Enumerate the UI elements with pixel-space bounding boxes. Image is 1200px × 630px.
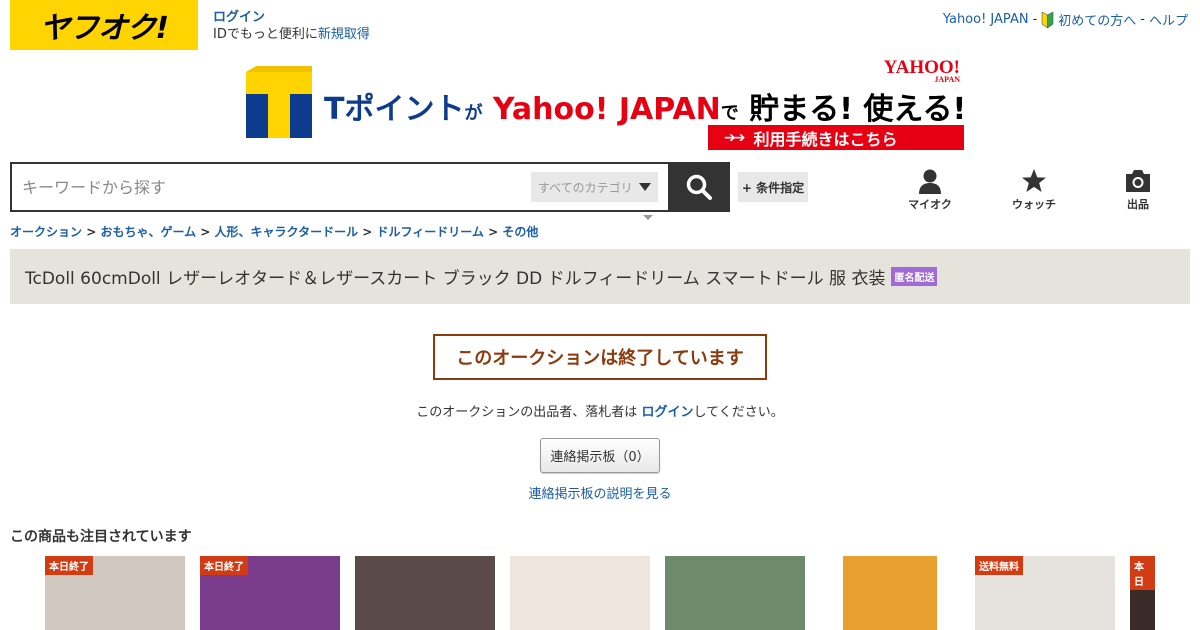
board-help-container: 連絡掲示板の説明を見る [0, 483, 1200, 502]
item-thumbnail [510, 556, 650, 630]
banner-cta-button[interactable]: ➔➔ 利用手続きはこちら [708, 125, 964, 150]
recommended-item[interactable]: 本日終了 [200, 556, 340, 630]
breadcrumb-link[interactable]: 人形、キャラクタードール [215, 225, 359, 239]
anonymous-shipping-badge: 匿名配送 [891, 267, 938, 286]
recommended-item[interactable]: 送料無料 [975, 556, 1115, 630]
watch-label: ウォッチ [1012, 198, 1056, 211]
login-link[interactable]: ログイン [213, 9, 370, 26]
watch-button[interactable]: ウォッチ [999, 168, 1069, 212]
free-shipping-badge: 送料無料 [975, 556, 1023, 575]
arrow-icon: ➔➔ [724, 129, 746, 146]
logo-text: ヤフオク! [39, 11, 169, 46]
sell-button[interactable]: 出品 [1103, 168, 1173, 212]
conditions-button[interactable]: + 条件指定 [738, 172, 808, 202]
login-notice: このオークションの出品者、落札者は ログインしてください。 [0, 401, 1200, 420]
breadcrumb-link[interactable]: ドルフィードリーム [377, 225, 484, 239]
camera-icon [1126, 170, 1150, 192]
breadcrumb-link[interactable]: おもちゃ、ゲーム [100, 225, 196, 239]
sell-label: 出品 [1127, 198, 1149, 211]
banner-de: で [720, 103, 739, 124]
recommendations-title: この商品も注目されています [10, 529, 192, 545]
item-thumbnail [665, 556, 805, 630]
breadcrumb: オークション > おもちゃ、ゲーム > 人形、キャラクタードール > ドルフィー… [10, 223, 538, 240]
yahoo-japan-link[interactable]: Yahoo! JAPAN [943, 12, 1029, 27]
board-help-link[interactable]: 連絡掲示板の説明を見る [528, 487, 671, 502]
search-icon [686, 174, 712, 200]
banner-cta-label: 利用手続きはこちら [753, 129, 898, 149]
top-right-links: Yahoo! JAPAN - 初めての方へ - ヘルプ [943, 10, 1188, 29]
banner-ga: が [464, 103, 483, 124]
recommended-item[interactable]: 本日終了 [45, 556, 185, 630]
item-title-bar: TcDoll 60cmDoll レザーレオタード＆レザースカート ブラック DD… [10, 249, 1190, 304]
signup-link[interactable]: 新規取得 [318, 27, 370, 42]
recommended-item[interactable] [665, 556, 805, 630]
myauction-label: マイオク [908, 198, 952, 211]
tpoint-banner[interactable]: Tポイントが Yahoo! JAPANで 貯まる! 使える! YAHOO! JA… [244, 58, 966, 152]
message-board-button[interactable]: 連絡掲示板（0） [540, 438, 660, 473]
login-notice-suffix: してください。 [693, 405, 784, 420]
banner-headline: Tポイントが Yahoo! JAPANで 貯まる! 使える! [324, 84, 966, 128]
separator: - [1032, 12, 1038, 27]
category-select[interactable]: すべてのカテゴリ [531, 172, 658, 202]
separator: - [1140, 12, 1145, 27]
ending-today-badge: 本日 [1130, 556, 1155, 590]
search-button[interactable] [668, 162, 730, 212]
beginner-mark-icon [1041, 11, 1054, 28]
recommendations-list: 本日終了 本日終了 送料無料 本日 [45, 556, 1155, 630]
ending-today-badge: 本日終了 [200, 556, 248, 575]
banner-yahoo: Yahoo! JAPAN [492, 92, 721, 127]
caret-down-icon [638, 183, 651, 191]
auction-ended-notice: このオークションは終了しています [433, 334, 767, 380]
ending-today-badge: 本日終了 [45, 556, 93, 575]
recommended-item[interactable] [843, 556, 937, 630]
beginners-link[interactable]: 初めての方へ [1058, 10, 1136, 29]
recommended-item[interactable]: 本日 [1130, 556, 1155, 630]
myauction-button[interactable]: マイオク [895, 168, 965, 212]
help-link[interactable]: ヘルプ [1149, 10, 1188, 29]
breadcrumb-separator: > [362, 225, 373, 239]
breadcrumb-link[interactable]: その他 [502, 225, 538, 239]
breadcrumb-separator: > [86, 225, 97, 239]
notice-login-link[interactable]: ログイン [641, 405, 693, 420]
item-thumbnail [843, 556, 937, 630]
banner-tpoint: Tポイント [324, 92, 465, 127]
breadcrumb-separator: > [488, 225, 499, 239]
yahuoku-logo[interactable]: ヤフオク! [10, 0, 198, 50]
auction-ended-message: このオークションは終了しています [456, 348, 744, 369]
login-notice-prefix: このオークションの出品者、落札者は [416, 405, 638, 420]
breadcrumb-link[interactable]: オークション [10, 225, 82, 239]
small-caret-icon [643, 215, 653, 220]
recommended-item[interactable] [510, 556, 650, 630]
category-select-label: すべてのカテゴリ [538, 180, 633, 195]
item-title: TcDoll 60cmDoll レザーレオタード＆レザースカート ブラック DD… [25, 269, 886, 289]
banner-tagline: 貯まる! 使える! [749, 92, 967, 127]
recommended-item[interactable] [355, 556, 495, 630]
id-prompt: IDでもっと便利に [213, 27, 318, 42]
search-bar: すべてのカテゴリ [10, 162, 730, 212]
yahoo-japan-logo: YAHOO! JAPAN [884, 58, 960, 84]
breadcrumb-separator: > [200, 225, 211, 239]
tpoint-logo-icon [246, 66, 312, 138]
login-box: ログイン IDでもっと便利に新規取得 [213, 9, 370, 43]
item-thumbnail [355, 556, 495, 630]
star-icon [1022, 169, 1046, 192]
user-icon [919, 169, 941, 194]
